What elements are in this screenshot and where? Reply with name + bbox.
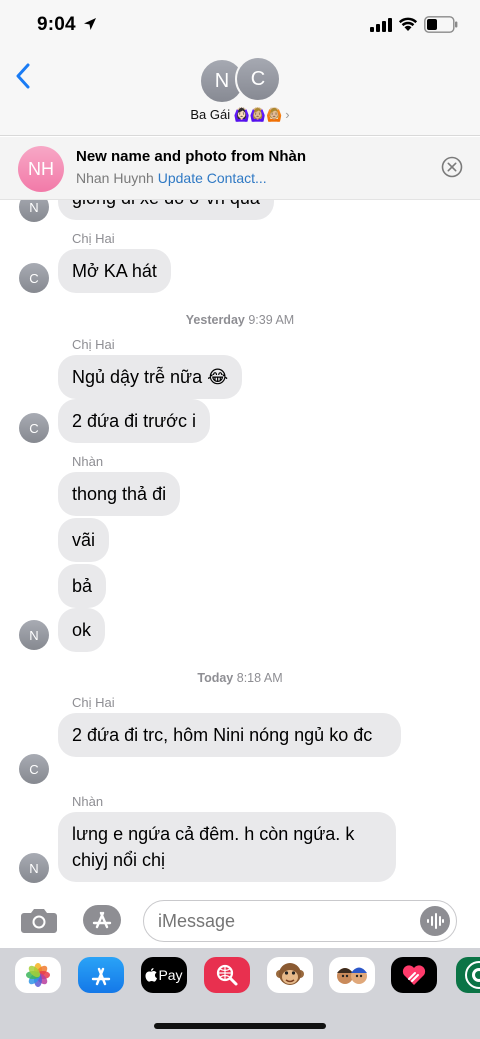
timestamp-time: 9:39 AM (248, 313, 295, 327)
app-images-search[interactable] (204, 957, 250, 993)
camera-icon[interactable] (20, 906, 58, 934)
message-bubble[interactable]: ok (58, 608, 106, 652)
banner-subtitle: Nhan Huynh Update Contact... (76, 170, 267, 186)
apple-pay-label: Pay (158, 967, 183, 983)
message-bubble[interactable]: vãi (58, 518, 110, 562)
message-bubble[interactable]: lưng e ngứa cả đêm. h còn ngứa. k chiyj … (58, 812, 396, 882)
monkey-icon (276, 963, 304, 985)
apple-logo-icon (145, 968, 158, 982)
message-bubble[interactable]: 2 đứa đi trc, hôm Nini nóng ngủ ko đc (58, 713, 401, 757)
sender-name: Chị Hai (72, 231, 115, 246)
sender-name: Nhàn (72, 454, 104, 469)
group-name: Ba Gái 🙆🏻‍♀️🙆🏼‍♀️🙆🏼 (190, 107, 283, 122)
avatar: C (19, 754, 49, 784)
contact-update-banner[interactable]: NH New name and photo from Nhàn Nhan Huy… (0, 137, 480, 200)
app-photos[interactable] (15, 957, 61, 993)
app-digital-touch[interactable] (391, 957, 437, 993)
timestamp: Today 8:18 AM (0, 671, 480, 685)
app-store-icon (91, 967, 111, 986)
sender-name: Nhàn (72, 794, 104, 809)
message-thread[interactable]: giống đi xe đó ở vn quá N Chị Hai Mở KA … (0, 200, 480, 890)
app-app-store[interactable] (78, 957, 124, 993)
message-bubble[interactable]: 2 đứa đi trước i (58, 399, 210, 443)
magnifier-globe-icon (216, 964, 238, 986)
imessage-app-drawer: Pay (0, 948, 480, 1039)
conversation-header: N C Ba Gái 🙆🏻‍♀️🙆🏼‍♀️🙆🏼 › (0, 52, 480, 136)
timestamp: Yesterday 9:39 AM (0, 313, 480, 327)
wifi-icon (398, 17, 418, 31)
message-input[interactable] (143, 900, 457, 942)
avatar: N (19, 853, 49, 883)
audio-message-button[interactable] (420, 906, 450, 936)
group-avatars[interactable]: N C (199, 56, 283, 104)
avatar: C (19, 263, 49, 293)
back-button[interactable] (10, 58, 36, 94)
avatar: C (19, 413, 49, 443)
sender-name: Chị Hai (72, 337, 115, 352)
app-animoji[interactable] (267, 957, 313, 993)
app-starbucks[interactable] (456, 957, 480, 993)
heart-hand-icon (402, 965, 426, 985)
location-arrow-icon (84, 18, 96, 30)
message-bubble[interactable]: thong thả đi (58, 472, 181, 516)
status-time: 9:04 (37, 14, 76, 35)
banner-title: New name and photo from Nhàn (76, 148, 307, 165)
avatar: C (235, 56, 281, 102)
update-contact-link[interactable]: Update Contact... (158, 170, 267, 186)
starbucks-logo-icon (465, 961, 480, 989)
avatar: N (19, 200, 49, 222)
group-name-button[interactable]: Ba Gái 🙆🏻‍♀️🙆🏼‍♀️🙆🏼 › (0, 107, 480, 123)
waveform-icon (427, 913, 444, 929)
chevron-right-icon: › (285, 107, 290, 122)
timestamp-day: Today (197, 671, 234, 685)
sender-name: Chị Hai (72, 695, 115, 710)
app-store-icon[interactable] (82, 904, 122, 936)
memoji-icon (337, 967, 367, 984)
timestamp-day: Yesterday (185, 313, 245, 327)
app-memoji[interactable] (329, 957, 375, 993)
chevron-left-icon (16, 63, 30, 89)
message-bubble[interactable]: Mở KA hát (58, 249, 171, 293)
message-bubble[interactable]: giống đi xe đó ở vn quá (58, 200, 274, 220)
app-apple-pay[interactable]: Pay (141, 957, 187, 993)
cellular-signal-icon (370, 18, 392, 32)
timestamp-time: 8:18 AM (236, 671, 283, 685)
photos-icon (26, 963, 50, 987)
close-icon[interactable] (441, 156, 463, 178)
home-indicator[interactable] (154, 1023, 326, 1029)
avatar: N (19, 620, 49, 650)
battery-icon (424, 16, 458, 33)
message-bubble[interactable]: Ngủ dậy trễ nữa 😂 (58, 355, 243, 399)
avatar: NH (18, 146, 64, 192)
status-bar: 9:04 (0, 0, 480, 52)
message-composer (0, 890, 480, 948)
contact-name: Nhan Huynh (76, 170, 154, 186)
message-bubble[interactable]: bả (58, 564, 107, 608)
